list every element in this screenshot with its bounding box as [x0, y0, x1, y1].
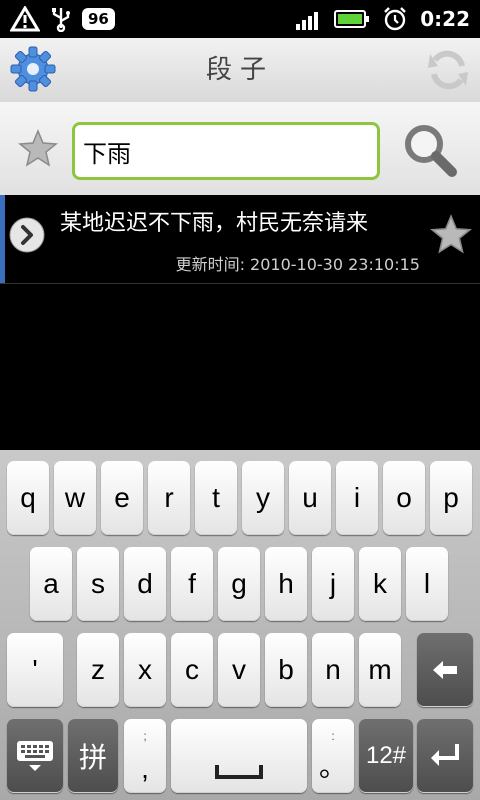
comma-key[interactable]: ; ,	[124, 719, 166, 793]
search-field[interactable]	[72, 122, 381, 180]
key-p[interactable]: p	[430, 461, 472, 535]
status-right: 0:22	[296, 6, 470, 32]
refresh-button[interactable]	[426, 46, 470, 94]
key-k[interactable]: k	[359, 547, 401, 621]
space-bar-icon	[215, 765, 263, 779]
key-y[interactable]: y	[242, 461, 284, 535]
result-list: 某地迟迟不下雨，村民无奈请来 更新时间: 2010-10-30 23:10:15	[0, 195, 480, 450]
period-label: 。	[318, 751, 347, 782]
list-item[interactable]: 某地迟迟不下雨，村民无奈请来 更新时间: 2010-10-30 23:10:15	[0, 195, 480, 284]
key-c[interactable]: c	[171, 633, 213, 707]
search-button[interactable]	[400, 120, 460, 180]
semicolon-label: ;	[143, 729, 147, 743]
key-f[interactable]: f	[171, 547, 213, 621]
keyboard-icon	[17, 741, 53, 771]
battery-icon	[334, 9, 370, 29]
key-u[interactable]: u	[289, 461, 331, 535]
key-r[interactable]: r	[148, 461, 190, 535]
pinyin-key[interactable]: 拼	[68, 719, 118, 793]
backspace-key[interactable]	[417, 633, 473, 707]
status-left: 96	[10, 6, 115, 32]
star-icon	[18, 129, 58, 167]
key-m[interactable]: m	[359, 633, 401, 707]
alarm-icon	[382, 6, 408, 32]
key-j[interactable]: j	[312, 547, 354, 621]
key-t[interactable]: t	[195, 461, 237, 535]
search-bar	[0, 102, 480, 195]
key-h[interactable]: h	[265, 547, 307, 621]
clock-time: 0:22	[420, 7, 470, 31]
open-item-button[interactable]	[9, 217, 45, 253]
search-input[interactable]	[75, 125, 381, 177]
item-updated-time: 更新时间: 2010-10-30 23:10:15	[175, 255, 420, 274]
soft-keyboard: q w e r t y u i o p a s d f g h j k l ' …	[0, 450, 480, 800]
warning-icon	[10, 6, 40, 32]
chevron-right-icon	[9, 217, 45, 253]
key-b[interactable]: b	[265, 633, 307, 707]
favorites-button[interactable]	[18, 128, 58, 168]
key-s[interactable]: s	[77, 547, 119, 621]
star-icon	[430, 214, 472, 254]
enter-icon	[431, 744, 459, 766]
key-l[interactable]: l	[406, 547, 448, 621]
period-key[interactable]: : 。	[312, 719, 354, 793]
colon-label: :	[331, 729, 335, 743]
status-bar: 96 0:22	[0, 0, 480, 38]
page-title: 段子	[205, 55, 274, 85]
key-a[interactable]: a	[30, 547, 72, 621]
search-icon	[405, 125, 457, 177]
usb-icon	[50, 6, 72, 32]
keyboard-switch-key[interactable]	[7, 719, 63, 793]
key-g[interactable]: g	[218, 547, 260, 621]
key-d[interactable]: d	[124, 547, 166, 621]
battery-level-badge: 96	[82, 8, 115, 30]
title-bar: 段子	[0, 38, 480, 103]
key-z[interactable]: z	[77, 633, 119, 707]
item-accent-bar	[0, 195, 5, 283]
enter-key[interactable]	[417, 719, 473, 793]
key-apostrophe[interactable]: '	[7, 633, 63, 707]
key-o[interactable]: o	[383, 461, 425, 535]
symbols-key[interactable]: 12#	[359, 719, 413, 793]
key-n[interactable]: n	[312, 633, 354, 707]
space-key[interactable]	[171, 719, 307, 793]
signal-icon	[296, 8, 322, 30]
key-w[interactable]: w	[54, 461, 96, 535]
key-q[interactable]: q	[7, 461, 49, 535]
favorite-item-button[interactable]	[430, 213, 472, 255]
refresh-icon	[428, 50, 468, 90]
item-title: 某地迟迟不下雨，村民无奈请来	[60, 211, 369, 236]
backspace-icon	[433, 661, 457, 679]
key-x[interactable]: x	[124, 633, 166, 707]
key-e[interactable]: e	[101, 461, 143, 535]
key-v[interactable]: v	[218, 633, 260, 707]
key-i[interactable]: i	[336, 461, 378, 535]
comma-label: ,	[141, 753, 149, 784]
